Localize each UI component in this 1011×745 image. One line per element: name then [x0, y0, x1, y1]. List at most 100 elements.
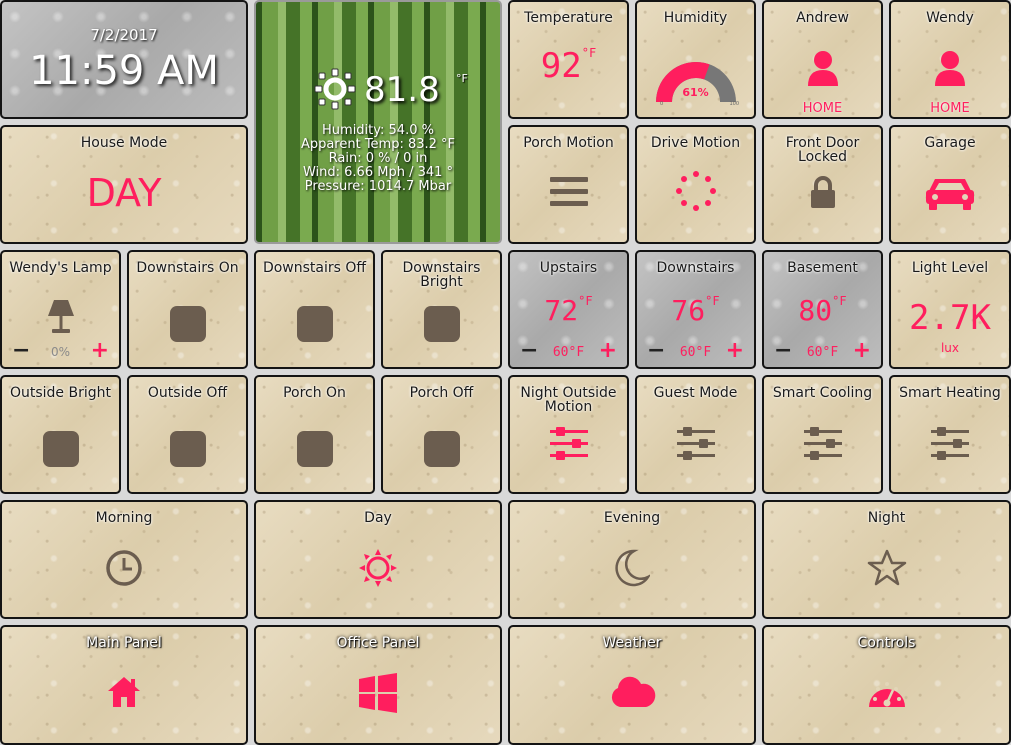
smart-heating-tile[interactable]: Smart Heating [889, 375, 1011, 494]
front-door-tile[interactable]: Front Door Locked [762, 125, 883, 244]
morning-scene-tile[interactable]: Morning [0, 500, 248, 619]
light-level-value: 2.7K [909, 298, 991, 338]
weather-temp-unit: °F [456, 72, 468, 85]
porch-off-title: Porch Off [409, 385, 474, 401]
sliders-icon [931, 427, 969, 460]
dashboard-icon [868, 682, 905, 707]
upstairs-value: 72°F [510, 294, 627, 327]
basement-thermostat-tile[interactable]: Basement 80°F − 60°F + [762, 250, 883, 369]
controls-title: Controls [857, 635, 916, 651]
smart-cooling-tile[interactable]: Smart Cooling [762, 375, 883, 494]
star-icon [867, 549, 906, 586]
weather-panel-tile[interactable]: Weather [508, 625, 756, 745]
outside-off-tile[interactable]: Outside Off [127, 375, 248, 494]
scene-square-icon [423, 431, 460, 468]
outside-bright-tile[interactable]: Outside Bright [0, 375, 121, 494]
porch-motion-tile[interactable]: Porch Motion [508, 125, 629, 244]
basement-title: Basement [787, 260, 858, 276]
menu-lines-icon [549, 177, 588, 206]
temperature-title: Temperature [524, 10, 613, 26]
basement-plus-button[interactable]: + [853, 340, 871, 362]
light-level-unit: lux [940, 341, 960, 355]
upstairs-plus-button[interactable]: + [599, 340, 617, 362]
sun-icon [314, 68, 356, 114]
evening-scene-tile[interactable]: Evening [508, 500, 756, 619]
home-icon [108, 677, 140, 707]
humidity-min: 0 [660, 101, 664, 107]
house-mode-tile[interactable]: House Mode DAY [0, 125, 248, 244]
morning-title: Morning [95, 510, 153, 526]
downstairs-on-title: Downstairs On [136, 260, 239, 276]
person-icon [807, 51, 838, 86]
downstairs-bright-tile[interactable]: Downstairs Bright [381, 250, 502, 369]
main-panel-tile[interactable]: Main Panel [0, 625, 248, 745]
weather-wind: Wind: 6.66 Mph / 341 ° [302, 165, 454, 180]
weather-details: Humidity: 54.0 % Apparent Temp: 83.2 °F … [256, 124, 500, 194]
lamp-icon [47, 300, 74, 333]
porch-on-title: Porch On [283, 385, 346, 401]
weather-temp: 81.8 [364, 70, 440, 110]
downstairs-thermostat-tile[interactable]: Downstairs 76°F − 60°F + [635, 250, 756, 369]
clock-time: 11:59 AM [29, 48, 219, 94]
basement-value: 80°F [764, 294, 881, 327]
humidity-title: Humidity [663, 10, 728, 26]
scene-square-icon [42, 431, 79, 468]
weather-apparent-temp: Apparent Temp: 83.2 °F [300, 137, 456, 152]
wendy-title: Wendy [926, 10, 974, 26]
house-mode-value: DAY [86, 171, 162, 215]
clock-tile: 7/2/2017 11:59 AM [0, 0, 248, 119]
downstairs-off-tile[interactable]: Downstairs Off [254, 250, 375, 369]
night-title: Night [867, 510, 906, 526]
presence-andrew-tile[interactable]: Andrew HOME [762, 0, 883, 119]
outside-off-title: Outside Off [147, 385, 228, 401]
temperature-number: 92 [540, 46, 582, 86]
night-outside-motion-tile[interactable]: Night Outside Motion [508, 375, 629, 494]
light-level-tile[interactable]: Light Level 2.7K lux [889, 250, 1011, 369]
wendys-lamp-tile[interactable]: Wendy's Lamp − 0% + [0, 250, 121, 369]
lock-icon [810, 176, 835, 208]
scene-square-icon [296, 306, 333, 343]
person-icon [935, 51, 965, 86]
guest-mode-tile[interactable]: Guest Mode [635, 375, 756, 494]
drive-motion-title: Drive Motion [650, 135, 741, 151]
porch-off-tile[interactable]: Porch Off [381, 375, 502, 494]
smart-cooling-title: Smart Cooling [772, 385, 873, 401]
presence-wendy-tile[interactable]: Wendy HOME [889, 0, 1011, 119]
scene-square-icon [423, 306, 460, 343]
andrew-title: Andrew [796, 10, 849, 26]
drive-motion-tile[interactable]: Drive Motion [635, 125, 756, 244]
wendy-state: HOME [930, 101, 970, 116]
downstairs-plus-button[interactable]: + [726, 340, 744, 362]
weather-panel-title: Weather [602, 635, 662, 651]
downstairs-title: Downstairs [656, 260, 735, 276]
downstairs-on-tile[interactable]: Downstairs On [127, 250, 248, 369]
humidity-max: 100 [729, 101, 739, 107]
lamp-plus-button[interactable]: + [91, 340, 109, 362]
car-icon [926, 179, 974, 210]
office-panel-tile[interactable]: Office Panel [254, 625, 502, 745]
sliders-icon [549, 427, 588, 460]
weather-tile[interactable]: 81.8 °F Humidity: 54.0 % Apparent Temp: … [254, 0, 502, 244]
temperature-tile[interactable]: Temperature 92°F [508, 0, 629, 119]
temperature-value: 92°F [510, 46, 627, 86]
basement-unit: °F [832, 294, 847, 308]
scene-square-icon [169, 306, 206, 343]
evening-title: Evening [603, 510, 661, 526]
outside-bright-title: Outside Bright [9, 385, 111, 401]
night-outside-motion-title: Night Outside Motion [520, 385, 617, 415]
downstairs-off-title: Downstairs Off [262, 260, 367, 276]
day-scene-tile[interactable]: Day [254, 500, 502, 619]
light-level-title: Light Level [911, 260, 989, 276]
garage-tile[interactable]: Garage [889, 125, 1011, 244]
windows-icon [359, 673, 397, 713]
garage-title: Garage [924, 135, 976, 151]
smart-heating-title: Smart Heating [899, 385, 1001, 401]
humidity-tile[interactable]: Humidity 61% 0 100 [635, 0, 756, 119]
upstairs-thermostat-tile[interactable]: Upstairs 72°F − 60°F + [508, 250, 629, 369]
porch-on-tile[interactable]: Porch On [254, 375, 375, 494]
controls-panel-tile[interactable]: Controls [762, 625, 1011, 745]
downstairs-unit: °F [705, 294, 720, 308]
sliders-icon [803, 427, 842, 460]
night-scene-tile[interactable]: Night [762, 500, 1011, 619]
downstairs-value: 76°F [637, 294, 754, 327]
